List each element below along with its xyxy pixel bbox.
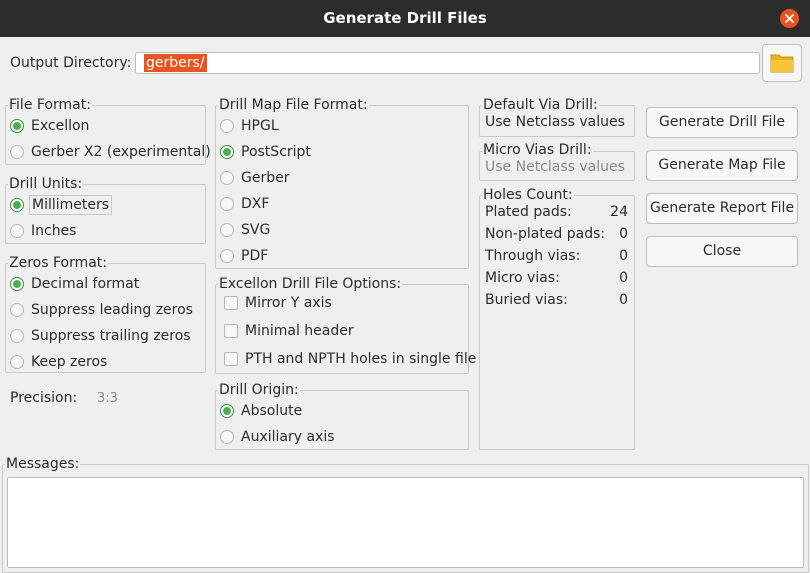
mirror-y-label: Mirror Y axis — [245, 295, 332, 311]
drill-units-label: Drill Units: — [8, 176, 84, 192]
gerber-label: Gerber — [241, 170, 290, 186]
minimal-header-label: Minimal header — [245, 323, 354, 339]
output-directory-label: Output Directory: — [10, 55, 132, 71]
absolute-radio[interactable] — [220, 404, 234, 418]
excellon-options-label: Excellon Drill File Options: — [218, 276, 403, 292]
svg-radio[interactable] — [220, 223, 234, 237]
generate-map-file-button[interactable]: Generate Map File — [646, 150, 798, 181]
window-title: Generate Drill Files — [323, 9, 487, 27]
generate-drill-file-button[interactable]: Generate Drill File — [646, 107, 798, 138]
auxiliary-axis-radio[interactable] — [220, 430, 234, 444]
micro-vias-value: 0 — [619, 270, 628, 286]
holes-count-label: Holes Count: — [482, 187, 574, 203]
folder-icon — [770, 54, 794, 73]
buried-vias-value: 0 — [619, 292, 628, 308]
through-vias-label: Through vias: — [485, 248, 581, 264]
pdf-label: PDF — [241, 248, 269, 264]
gerber-x2-label: Gerber X2 (experimental) — [31, 144, 211, 160]
keep-zeros-radio[interactable] — [10, 355, 24, 369]
default-via-label: Default Via Drill: — [482, 97, 599, 113]
single-file-checkbox[interactable] — [224, 352, 238, 366]
suppress-leading-label: Suppress leading zeros — [31, 302, 193, 318]
excellon-radio[interactable] — [10, 119, 24, 133]
absolute-label: Absolute — [241, 403, 303, 419]
non-plated-pads-value: 0 — [619, 226, 628, 242]
generate-report-file-button[interactable]: Generate Report File — [646, 193, 798, 224]
svg-label: SVG — [241, 222, 271, 238]
title-bar: Generate Drill Files — [0, 0, 810, 37]
close-button[interactable]: Close — [646, 236, 798, 267]
through-vias-value: 0 — [619, 248, 628, 264]
gerber-radio[interactable] — [220, 171, 234, 185]
window-close-button[interactable] — [780, 9, 799, 28]
dxf-label: DXF — [241, 196, 270, 212]
browse-folder-button[interactable] — [762, 44, 802, 82]
messages-label: Messages: — [5, 456, 81, 472]
millimeters-radio[interactable] — [10, 198, 24, 212]
drill-origin-label: Drill Origin: — [218, 382, 300, 398]
messages-textarea[interactable] — [7, 477, 804, 568]
postscript-label: PostScript — [241, 144, 311, 160]
suppress-leading-radio[interactable] — [10, 303, 24, 317]
suppress-trailing-radio[interactable] — [10, 329, 24, 343]
postscript-radio[interactable] — [220, 145, 234, 159]
precision-value: 3:3 — [97, 391, 118, 406]
mirror-y-checkbox[interactable] — [224, 296, 238, 310]
hpgl-label: HPGL — [241, 118, 279, 134]
output-directory-value: gerbers/ — [144, 54, 207, 72]
dxf-radio[interactable] — [220, 197, 234, 211]
decimal-format-label: Decimal format — [31, 276, 140, 292]
non-plated-pads-label: Non-plated pads: — [485, 226, 606, 242]
excellon-label: Excellon — [31, 118, 90, 134]
inches-radio[interactable] — [10, 224, 24, 238]
suppress-trailing-label: Suppress trailing zeros — [31, 328, 191, 344]
keep-zeros-label: Keep zeros — [31, 354, 108, 370]
decimal-format-radio[interactable] — [10, 277, 24, 291]
drill-map-label: Drill Map File Format: — [218, 97, 369, 113]
single-file-label: PTH and NPTH holes in single file — [245, 351, 477, 367]
gerber-x2-radio[interactable] — [10, 145, 24, 159]
hpgl-radio[interactable] — [220, 119, 234, 133]
inches-label: Inches — [31, 223, 77, 239]
plated-pads-value: 24 — [610, 204, 628, 220]
output-directory-input[interactable]: gerbers/ — [135, 52, 760, 74]
default-via-value: Use Netclass values — [485, 114, 625, 130]
millimeters-label: Millimeters — [29, 195, 113, 215]
auxiliary-axis-label: Auxiliary axis — [241, 429, 335, 445]
pdf-radio[interactable] — [220, 249, 234, 263]
plated-pads-label: Plated pads: — [485, 204, 572, 220]
micro-via-label: Micro Vias Drill: — [482, 142, 593, 158]
precision-label: Precision: — [10, 390, 78, 406]
close-icon — [785, 14, 794, 23]
micro-via-value: Use Netclass values — [485, 159, 625, 175]
micro-vias-label: Micro vias: — [485, 270, 560, 286]
file-format-label: File Format: — [8, 97, 92, 113]
minimal-header-checkbox[interactable] — [224, 324, 238, 338]
zeros-format-label: Zeros Format: — [8, 255, 109, 271]
buried-vias-label: Buried vias: — [485, 292, 568, 308]
